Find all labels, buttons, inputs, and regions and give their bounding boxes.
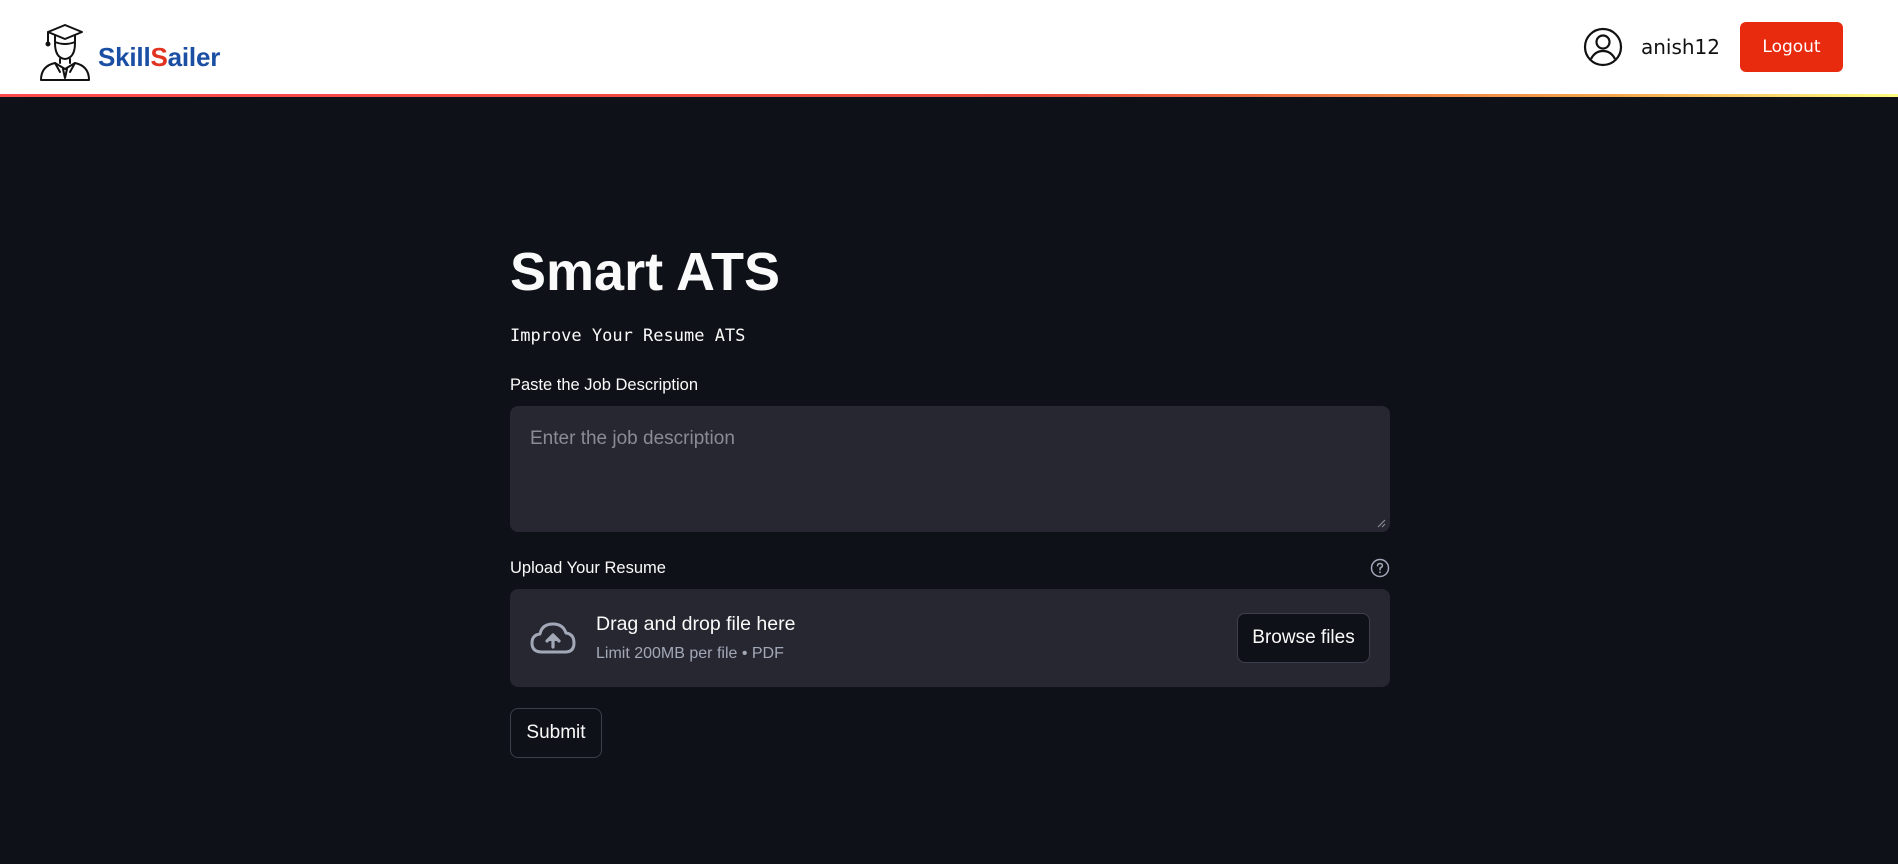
question-circle-icon[interactable]	[1370, 558, 1390, 578]
job-description-textarea[interactable]: Enter the job description	[510, 406, 1390, 532]
brand-name-part2: S	[150, 42, 168, 72]
dropzone-title: Drag and drop file here	[596, 613, 796, 635]
resume-upload-label-row: Upload Your Resume	[510, 558, 1390, 578]
job-description-placeholder: Enter the job description	[530, 428, 735, 449]
logout-button[interactable]: Logout	[1740, 22, 1843, 72]
username-label: anish12	[1640, 35, 1720, 59]
graduate-avatar-icon	[40, 24, 90, 81]
page-title: Smart ATS	[510, 242, 781, 302]
brand-name-part1: Skill	[98, 42, 151, 72]
user-area: anish12 Logout	[1583, 22, 1843, 72]
main-content: Smart ATS Improve Your Resume ATS Paste …	[510, 236, 1390, 758]
resume-dropzone[interactable]: Drag and drop file here Limit 200MB per …	[510, 589, 1390, 687]
page-subtitle: Improve Your Resume ATS	[510, 326, 746, 346]
brand-name: SkillSailer	[98, 42, 220, 73]
resume-upload-label: Upload Your Resume	[510, 558, 666, 577]
resize-handle-icon[interactable]	[1377, 519, 1386, 528]
user-account-icon[interactable]	[1583, 27, 1623, 67]
header-decoration-stripe	[0, 94, 1898, 97]
cloud-upload-icon	[530, 622, 576, 654]
top-navbar: SkillSailer anish12 Logout	[0, 0, 1898, 94]
submit-button[interactable]: Submit	[510, 708, 602, 758]
brand-name-part3: ailer	[167, 42, 221, 72]
browse-files-button[interactable]: Browse files	[1237, 613, 1370, 663]
job-description-label: Paste the Job Description	[510, 376, 699, 394]
dropzone-file-limit: Limit 200MB per file • PDF	[596, 645, 784, 662]
brand-logo[interactable]: SkillSailer	[38, 22, 220, 82]
